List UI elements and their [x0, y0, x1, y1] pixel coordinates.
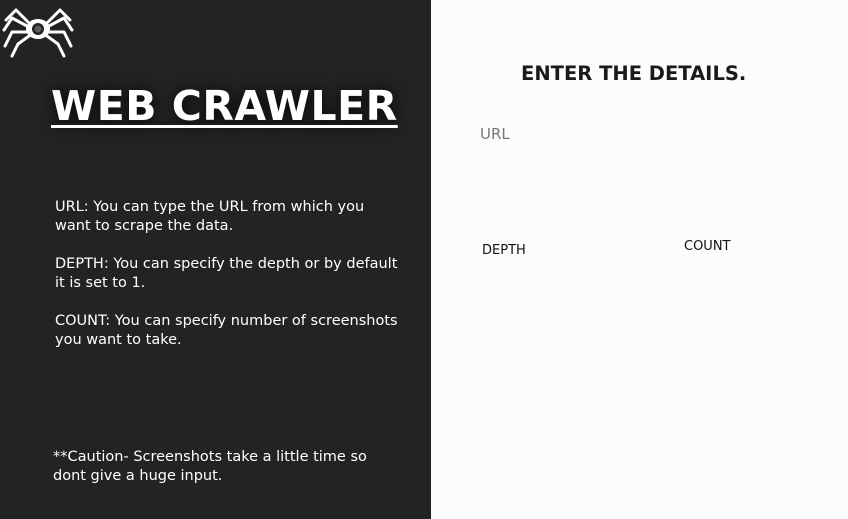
url-input[interactable]	[476, 145, 800, 177]
count-instruction: COUNT: You can specify number of screens…	[55, 313, 398, 348]
spider-icon	[2, 8, 74, 58]
page: WEB CRAWLER URL: You can type the URL fr…	[0, 0, 848, 519]
url-label: URL	[480, 125, 510, 143]
url-instruction: URL: You can type the URL from which you…	[55, 199, 365, 234]
details-form: ENTER THE DETAILS. URL DEPTH COUNT	[431, 0, 848, 519]
depth-input[interactable]	[479, 262, 633, 292]
count-label: COUNT	[684, 239, 731, 254]
depth-label: DEPTH	[482, 243, 526, 258]
count-input[interactable]	[681, 258, 835, 288]
app-title: WEB CRAWLER	[51, 82, 398, 130]
depth-instruction: DEPTH: You can specify the depth or by d…	[55, 256, 398, 291]
info-panel: WEB CRAWLER URL: You can type the URL fr…	[0, 0, 431, 519]
caution-note: **Caution- Screenshots take a little tim…	[53, 449, 367, 484]
form-heading: ENTER THE DETAILS.	[521, 62, 747, 85]
